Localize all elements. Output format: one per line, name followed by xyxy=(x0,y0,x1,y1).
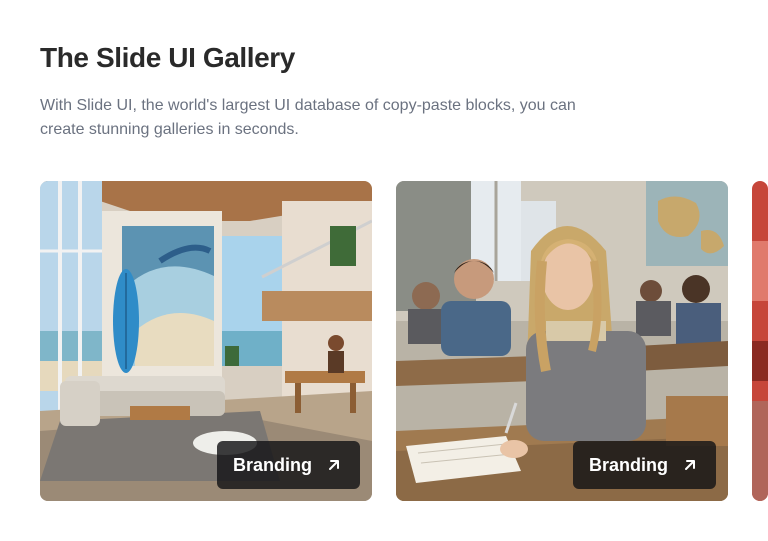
badge-label: Branding xyxy=(589,454,668,475)
branding-badge[interactable]: Branding xyxy=(217,441,360,489)
gallery-card[interactable]: Branding xyxy=(40,181,372,501)
badge-label: Branding xyxy=(233,454,312,475)
gallery-card-partial[interactable] xyxy=(752,181,768,501)
arrow-up-right-icon xyxy=(685,460,695,470)
page-subtitle: With Slide UI, the world's largest UI da… xyxy=(40,97,576,138)
gallery: Branding Branding xyxy=(40,181,768,501)
page-title: The Slide UI Gallery xyxy=(40,42,295,73)
branding-badge[interactable]: Branding xyxy=(573,441,716,489)
gallery-image-partial xyxy=(752,181,768,501)
arrow-up-right-icon xyxy=(329,460,339,470)
gallery-card[interactable]: Branding xyxy=(396,181,728,501)
